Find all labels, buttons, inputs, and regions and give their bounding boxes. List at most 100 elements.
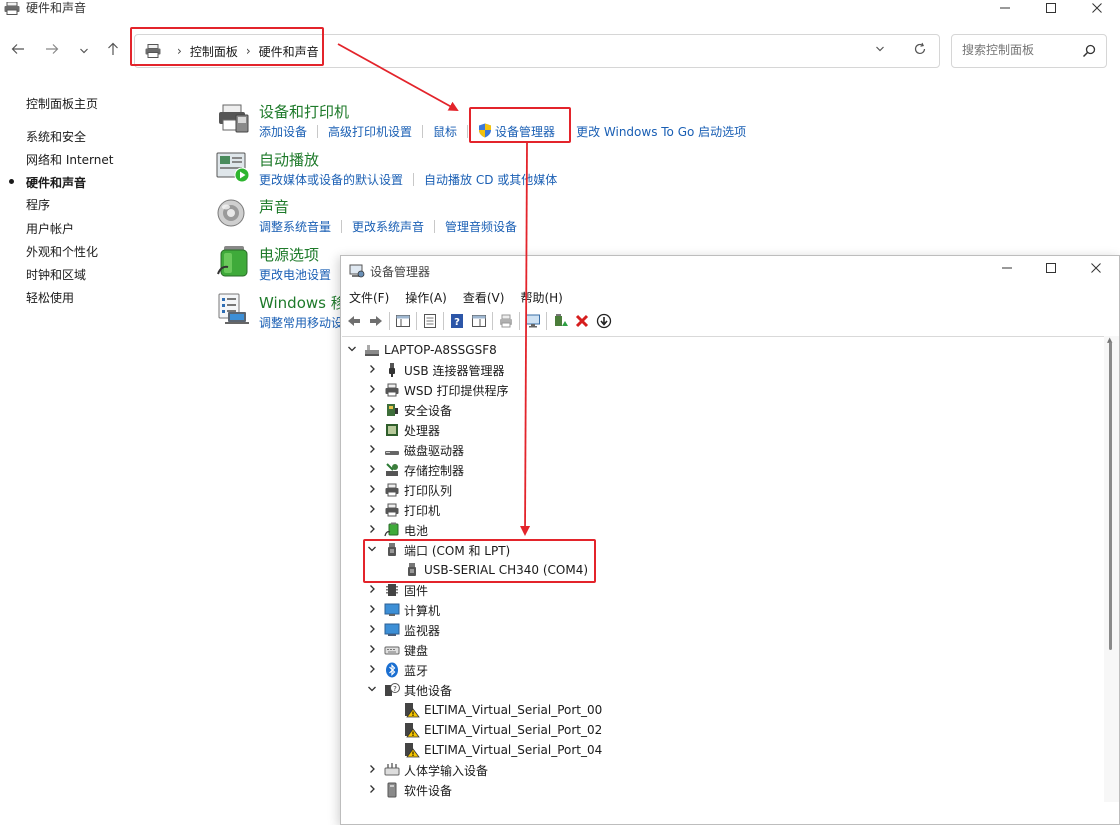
tree-node-software-devices[interactable]: 软件设备 xyxy=(342,780,1102,800)
link-change-battery-settings[interactable]: 更改电池设置 xyxy=(259,266,331,283)
chevron-right-icon[interactable] xyxy=(366,624,378,637)
category-title[interactable]: Windows 移 xyxy=(259,292,346,313)
sidebar-item-user-accounts[interactable]: 用户帐户 xyxy=(26,220,74,237)
chevron-right-icon[interactable] xyxy=(366,444,378,457)
tree-node-processors[interactable]: 处理器 xyxy=(342,420,1102,440)
tree-root[interactable]: LAPTOP-A8SSGSF8 xyxy=(342,340,1102,360)
tree-node-keyboards[interactable]: 键盘 xyxy=(342,640,1102,660)
minimize-button[interactable] xyxy=(982,0,1028,18)
tree-node-usb-connector[interactable]: USB 连接器管理器 xyxy=(342,360,1102,380)
tree-scrollbar[interactable]: ▲ xyxy=(1104,336,1119,802)
link-mouse[interactable]: 鼠标 xyxy=(433,123,457,140)
tb-view-button[interactable] xyxy=(468,310,490,332)
tb-forward-button[interactable] xyxy=(365,310,387,332)
link-advanced-printer-settings[interactable]: 高级打印机设置 xyxy=(328,123,412,140)
search-box[interactable] xyxy=(951,34,1107,68)
chevron-right-icon[interactable] xyxy=(366,644,378,657)
chevron-right-icon[interactable] xyxy=(366,404,378,417)
tb-uninstall-button[interactable] xyxy=(571,310,593,332)
sidebar-item-appearance[interactable]: 外观和个性化 xyxy=(26,243,98,260)
tree-node-computer[interactable]: 计算机 xyxy=(342,600,1102,620)
tree-node-other-devices[interactable]: ? 其他设备 xyxy=(342,680,1102,700)
tree-node-storage-controllers[interactable]: 存储控制器 xyxy=(342,460,1102,480)
chevron-right-icon[interactable] xyxy=(366,764,378,777)
tree-node-eltima-04[interactable]: ELTIMA_Virtual_Serial_Port_04 xyxy=(342,740,1102,760)
sidebar-item-system-security[interactable]: 系统和安全 xyxy=(26,128,86,145)
dm-minimize-button[interactable] xyxy=(987,262,1027,280)
link-autoplay-cd[interactable]: 自动播放 CD 或其他媒体 xyxy=(424,171,557,188)
dm-maximize-button[interactable] xyxy=(1031,262,1071,280)
tree-node-hid[interactable]: 人体学输入设备 xyxy=(342,760,1102,780)
chevron-right-icon[interactable] xyxy=(366,464,378,477)
category-title[interactable]: 设备和打印机 xyxy=(259,101,349,122)
maximize-button[interactable] xyxy=(1028,0,1074,18)
chevron-down-icon[interactable] xyxy=(366,684,378,697)
link-windows-to-go[interactable]: 更改 Windows To Go 启动选项 xyxy=(576,123,746,140)
tb-update-driver-button[interactable] xyxy=(549,310,571,332)
chevron-right-icon[interactable] xyxy=(366,604,378,617)
tree-node-firmware[interactable]: 固件 xyxy=(342,580,1102,600)
tb-properties-button[interactable] xyxy=(419,310,441,332)
link-change-sounds[interactable]: 更改系统声音 xyxy=(352,218,424,235)
tree-node-bluetooth[interactable]: 蓝牙 xyxy=(342,660,1102,680)
arrow-up-icon xyxy=(108,42,118,55)
tb-back-button[interactable] xyxy=(343,310,365,332)
sidebar-item-clock-region[interactable]: 时钟和区域 xyxy=(26,266,86,283)
chevron-right-icon[interactable] xyxy=(366,664,378,677)
tree-node-eltima-02[interactable]: ELTIMA_Virtual_Serial_Port_02 xyxy=(342,720,1102,740)
chevron-down-icon[interactable] xyxy=(346,344,358,357)
tree-node-print-queues[interactable]: 打印队列 xyxy=(342,480,1102,500)
recent-locations-button[interactable] xyxy=(74,42,94,62)
tb-show-hide-tree-button[interactable] xyxy=(392,310,414,332)
tree-node-batteries[interactable]: 电池 xyxy=(342,520,1102,540)
tb-print-button[interactable] xyxy=(495,310,517,332)
search-input[interactable] xyxy=(962,35,1082,65)
tb-enable-device-button[interactable] xyxy=(593,310,615,332)
up-button[interactable] xyxy=(103,42,123,62)
link-adjust-mobility-settings[interactable]: 调整常用移动设 xyxy=(259,314,343,331)
link-manage-audio-devices[interactable]: 管理音频设备 xyxy=(445,218,517,235)
chevron-right-icon[interactable] xyxy=(366,584,378,597)
link-adjust-volume[interactable]: 调整系统音量 xyxy=(259,218,331,235)
tb-help-button[interactable]: ? xyxy=(446,310,468,332)
sidebar-item-hardware-sound[interactable]: 硬件和声音 xyxy=(26,174,86,191)
tree-node-disk-drives[interactable]: 磁盘驱动器 xyxy=(342,440,1102,460)
tree-node-security-devices[interactable]: 安全设备 xyxy=(342,400,1102,420)
back-button[interactable] xyxy=(8,42,28,62)
sidebar-item-home[interactable]: 控制面板主页 xyxy=(26,95,98,112)
link-change-default-media[interactable]: 更改媒体或设备的默认设置 xyxy=(259,171,403,188)
tree-node-monitors[interactable]: 监视器 xyxy=(342,620,1102,640)
printer-icon xyxy=(384,502,400,518)
chevron-right-icon[interactable] xyxy=(366,424,378,437)
tree-node-eltima-00[interactable]: ELTIMA_Virtual_Serial_Port_00 xyxy=(342,700,1102,720)
chevron-right-icon[interactable] xyxy=(366,784,378,797)
menu-action[interactable]: 操作(A) xyxy=(397,287,455,307)
dm-close-button[interactable] xyxy=(1076,262,1116,280)
svg-text:?: ? xyxy=(454,317,460,328)
refresh-button[interactable] xyxy=(913,42,927,60)
tree-node-wsd-print[interactable]: WSD 打印提供程序 xyxy=(342,380,1102,400)
tb-scan-hardware-button[interactable] xyxy=(522,310,544,332)
sidebar-item-programs[interactable]: 程序 xyxy=(26,196,50,213)
chevron-right-icon[interactable] xyxy=(366,364,378,377)
link-add-device[interactable]: 添加设备 xyxy=(259,123,307,140)
category-title[interactable]: 声音 xyxy=(259,196,289,217)
close-button[interactable] xyxy=(1074,0,1120,18)
category-title[interactable]: 电源选项 xyxy=(259,244,319,265)
address-dropdown-button[interactable] xyxy=(875,44,885,57)
chevron-right-icon[interactable] xyxy=(366,384,378,397)
sidebar-item-network[interactable]: 网络和 Internet xyxy=(26,151,113,168)
chevron-right-icon[interactable] xyxy=(366,484,378,497)
search-icon[interactable] xyxy=(1082,44,1096,58)
scrollbar-thumb[interactable] xyxy=(1109,342,1112,650)
tree-node-printers[interactable]: 打印机 xyxy=(342,500,1102,520)
sidebar-item-ease-of-access[interactable]: 轻松使用 xyxy=(26,289,74,306)
category-title[interactable]: 自动播放 xyxy=(259,149,319,170)
chevron-right-icon[interactable] xyxy=(366,504,378,517)
menu-help[interactable]: 帮助(H) xyxy=(512,287,570,307)
chevron-right-icon[interactable] xyxy=(366,524,378,537)
dm-title-bar[interactable]: 设备管理器 xyxy=(341,256,1119,286)
menu-view[interactable]: 查看(V) xyxy=(455,287,513,307)
forward-button[interactable] xyxy=(42,42,62,62)
menu-file[interactable]: 文件(F) xyxy=(341,287,397,307)
